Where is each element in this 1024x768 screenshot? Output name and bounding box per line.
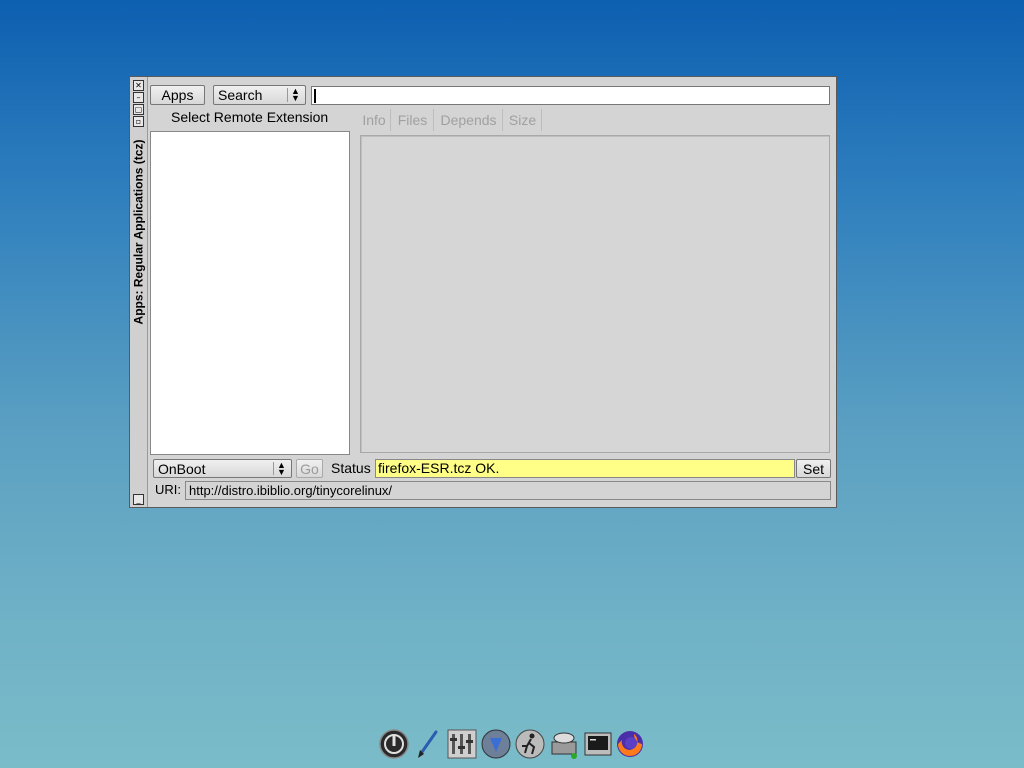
select-extension-label: Select Remote Extension: [171, 109, 329, 125]
window-title: Apps: Regular Applications (tcz): [131, 139, 145, 325]
status-field: firefox-ESR.tcz OK.: [375, 459, 795, 478]
set-button[interactable]: Set: [796, 459, 831, 478]
maximize-icon[interactable]: ▢: [133, 104, 144, 115]
shade-icon[interactable]: _: [133, 494, 144, 505]
status-label: Status: [331, 460, 371, 476]
firefox-icon[interactable]: [614, 728, 646, 760]
terminal-icon[interactable]: [582, 728, 614, 760]
search-input[interactable]: [311, 86, 830, 105]
tab-info[interactable]: Info: [358, 109, 391, 131]
power-icon[interactable]: [378, 728, 410, 760]
minimize-icon[interactable]: –: [133, 92, 144, 103]
search-mode-value: Search: [218, 87, 263, 103]
apps-window: ✕ – ▢ ▫ Apps: Regular Applications (tcz)…: [129, 76, 837, 508]
text-caret: [314, 89, 316, 103]
desktop: ✕ – ▢ ▫ Apps: Regular Applications (tcz)…: [0, 0, 1024, 768]
apps-download-icon[interactable]: [480, 728, 512, 760]
go-button[interactable]: Go: [296, 459, 323, 478]
close-icon[interactable]: ✕: [133, 80, 144, 91]
info-panel: [360, 135, 830, 453]
mount-tool-icon[interactable]: [548, 728, 580, 760]
uri-label: URI:: [155, 482, 181, 497]
dock: [376, 726, 648, 762]
extension-list[interactable]: [150, 131, 350, 455]
search-mode-select[interactable]: Search ▲ ▼: [213, 85, 306, 105]
apps-button[interactable]: Apps: [150, 85, 205, 105]
install-mode-value: OnBoot: [158, 460, 206, 477]
restore-icon[interactable]: ▫: [133, 116, 144, 127]
spinner-arrows-icon: ▲ ▼: [287, 87, 303, 103]
window-titlebar[interactable]: ✕ – ▢ ▫ Apps: Regular Applications (tcz)…: [130, 77, 148, 507]
tab-files[interactable]: Files: [392, 109, 434, 131]
tab-size[interactable]: Size: [504, 109, 542, 131]
spinner-arrows-icon: ▲ ▼: [273, 461, 289, 477]
run-icon[interactable]: [514, 728, 546, 760]
control-panel-icon[interactable]: [446, 728, 478, 760]
tab-depends[interactable]: Depends: [435, 109, 503, 131]
uri-field[interactable]: http://distro.ibiblio.org/tinycorelinux/: [185, 481, 831, 500]
paint-brush-icon[interactable]: [412, 728, 444, 760]
install-mode-select[interactable]: OnBoot ▲ ▼: [153, 459, 292, 478]
